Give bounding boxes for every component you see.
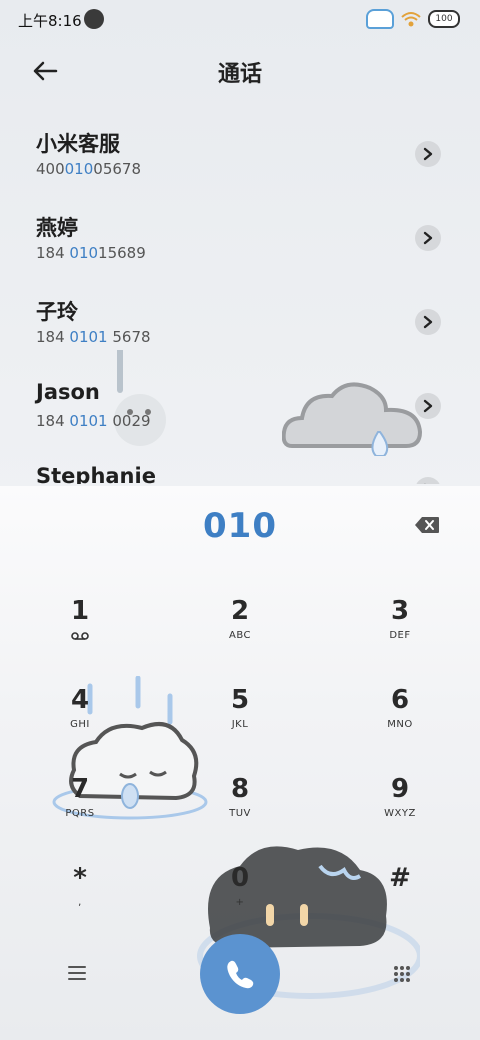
status-bar: 上午8:16 100 — [0, 0, 480, 40]
key-digit: # — [389, 863, 411, 893]
bear-face-icon — [84, 9, 104, 29]
contact-row[interactable]: 小米客服 40001005678 — [0, 112, 480, 196]
contact-number: 40001005678 — [36, 160, 141, 178]
key-1[interactable]: 1 — [20, 596, 140, 676]
number-suffix: 0029 — [107, 412, 151, 430]
voicemail-icon — [71, 632, 89, 640]
status-time: 上午8:16 — [18, 12, 82, 30]
key-letters: JKL — [231, 719, 249, 730]
menu-icon[interactable] — [66, 964, 88, 982]
header: 通话 — [0, 40, 480, 100]
key-digit: 5 — [230, 685, 250, 715]
number-prefix: 184 — [36, 328, 70, 346]
number-match: 0101 — [69, 328, 108, 346]
contact-row[interactable]: Jason 184 0101 0029 — [0, 364, 480, 448]
key-digit: 6 — [390, 685, 410, 715]
key-2[interactable]: 2 ABC — [180, 596, 300, 676]
key-letters: TUV — [229, 808, 251, 819]
key-letters: , — [78, 897, 82, 908]
key-star[interactable]: * , — [20, 863, 140, 943]
contact-row[interactable]: 子玲 184 0101 5678 — [0, 280, 480, 364]
call-button[interactable] — [200, 934, 280, 1014]
page-title: 通话 — [217, 62, 262, 87]
key-hash[interactable]: # — [340, 863, 460, 943]
chevron-right-icon[interactable] — [415, 309, 441, 335]
contact-row[interactable]: 燕婷 184 01015689 — [0, 196, 480, 280]
key-digit: 8 — [230, 774, 250, 804]
dialer-panel: 010 1 2 ABC 3 DEF 4 GHI 5 JKL 6 MNO 7 PQ… — [0, 486, 480, 1040]
key-digit: 9 — [390, 774, 410, 804]
dialpad-icon[interactable] — [392, 964, 412, 984]
contact-name: Stephanie — [36, 464, 156, 484]
key-5[interactable]: 5 JKL — [180, 685, 300, 765]
chevron-right-icon[interactable] — [415, 225, 441, 251]
key-9[interactable]: 9 WXYZ — [340, 774, 460, 854]
key-digit: 7 — [70, 774, 90, 804]
contact-name: 小米客服 — [36, 132, 120, 156]
key-digit: 3 — [390, 596, 410, 626]
key-4[interactable]: 4 GHI — [20, 685, 140, 765]
contact-name: 子玲 — [36, 300, 78, 324]
key-7[interactable]: 7 PQRS — [20, 774, 140, 854]
cellular-signal-icon — [366, 9, 394, 29]
key-digit: * — [73, 863, 87, 893]
key-0[interactable]: 0 + — [180, 863, 300, 943]
number-match: 010 — [69, 244, 99, 262]
contact-suggestion-list: 小米客服 40001005678 燕婷 184 01015689 子玲 184 … — [0, 112, 480, 484]
number-match: 0101 — [69, 412, 108, 430]
backspace-icon[interactable] — [414, 516, 440, 534]
status-icons: 100 — [366, 9, 460, 29]
chevron-right-icon[interactable] — [415, 477, 441, 484]
contact-number: 184 01015689 — [36, 244, 146, 262]
key-letters: WXYZ — [384, 808, 416, 819]
key-digit: 0 — [230, 863, 250, 893]
contact-number: 184 0101 0029 — [36, 412, 151, 430]
key-letters: PQRS — [65, 808, 95, 819]
battery-icon: 100 — [428, 10, 460, 28]
key-digit: 1 — [70, 596, 90, 626]
key-3[interactable]: 3 DEF — [340, 596, 460, 676]
chevron-right-icon[interactable] — [415, 141, 441, 167]
contact-row[interactable]: Stephanie — [0, 448, 480, 484]
key-letters: MNO — [387, 719, 413, 730]
number-prefix: 184 — [36, 412, 70, 430]
key-letters: ABC — [228, 630, 251, 641]
number-prefix: 184 — [36, 244, 70, 262]
number-suffix: 05678 — [93, 160, 141, 178]
number-prefix: 400 — [36, 160, 65, 178]
key-6[interactable]: 6 MNO — [340, 685, 460, 765]
wifi-icon — [401, 12, 421, 27]
contact-name: 燕婷 — [36, 216, 78, 240]
phone-icon — [227, 960, 254, 989]
chevron-right-icon[interactable] — [415, 393, 441, 419]
number-match: 010 — [64, 160, 94, 178]
key-letters: + — [235, 897, 245, 908]
dialed-number: 010 — [203, 506, 277, 546]
key-letters: DEF — [389, 630, 411, 641]
key-8[interactable]: 8 TUV — [180, 774, 300, 854]
contact-number: 184 0101 5678 — [36, 328, 151, 346]
key-digit: 4 — [70, 685, 90, 715]
key-digit: 2 — [230, 596, 250, 626]
key-letters: GHI — [70, 719, 90, 730]
contact-name: Jason — [36, 380, 100, 404]
number-suffix: 5678 — [107, 328, 151, 346]
number-suffix: 15689 — [98, 244, 146, 262]
